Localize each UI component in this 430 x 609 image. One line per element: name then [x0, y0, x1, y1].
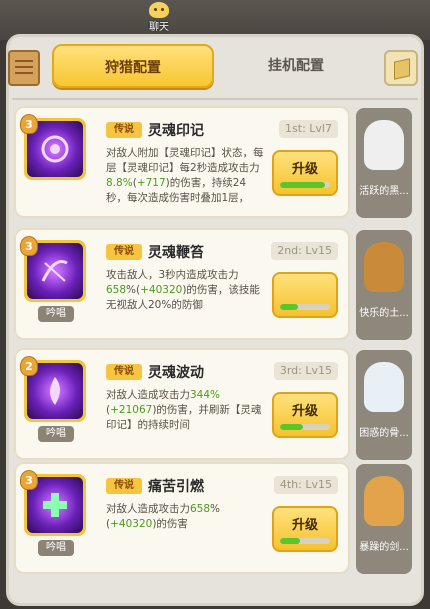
rarity-tag: 传说: [106, 478, 142, 494]
upgrade-button[interactable]: 升级: [272, 506, 338, 552]
rank-badge: 3: [20, 470, 38, 490]
upgrade-progress-bar: [280, 424, 330, 430]
companion-name: 暴躁的剑...: [359, 542, 409, 553]
chat-label: 聊天: [149, 22, 169, 33]
upgrade-progress-bar: [280, 538, 330, 544]
rank-badge: 3: [20, 114, 38, 134]
upgrade-label: 升级: [291, 162, 318, 177]
skill-card: 3 吟唱 传说 痛苦引燃 4th: Lv15 对敌人造成攻击力658%(+40320)的伤…: [14, 462, 350, 574]
skill-description: 对敌人造成攻击力658%(+40320)的伤害: [106, 503, 221, 530]
companion-portrait-icon: [364, 362, 404, 412]
skill-name: 痛苦引燃: [148, 479, 204, 495]
map-icon[interactable]: [384, 50, 418, 86]
upgrade-progress-bar: [280, 182, 330, 188]
skill-name: 灵魂鞭笞: [148, 245, 204, 261]
skill-card: 3 传说 灵魂印记 1st: Lvl7 对敌人附加【灵魂印记】状态，每层【灵魂印记】每2…: [14, 106, 350, 218]
skill-level: 2nd: Lv15: [271, 242, 338, 260]
companion-portrait-icon: [364, 120, 404, 170]
tab-idle-config[interactable]: 挂机配置: [222, 44, 370, 88]
upgrade-button[interactable]: [272, 272, 338, 318]
companion-name: 活跃的黑...: [359, 186, 409, 197]
rarity-tag: 传说: [106, 364, 142, 380]
skill-card: 3 吟唱 传说 灵魂鞭笞 2nd: Lv15 攻击敌人，3秒内造成攻击力658%(+403…: [14, 228, 350, 340]
rank-badge: 2: [20, 356, 38, 376]
divider: [12, 98, 418, 100]
upgrade-label: 升级: [291, 404, 318, 419]
companion-name: 快乐的土...: [359, 308, 409, 319]
rarity-tag: 传说: [106, 244, 142, 260]
chat-face-icon: [149, 2, 169, 18]
skill-description: 对敌人附加【灵魂印记】状态，每层【灵魂印记】每2秒造成攻击力8.8%(+717)…: [106, 147, 264, 204]
companion-slot[interactable]: 暴躁的剑...: [356, 464, 412, 574]
rarity-tag: 传说: [106, 122, 142, 138]
upgrade-progress-bar: [280, 304, 330, 310]
skill-description: 攻击敌人，3秒内造成攻击力658%(+40320)的伤害，该技能无视敌人20%的…: [106, 269, 260, 311]
companion-slot[interactable]: 困惑的骨...: [356, 350, 412, 460]
companion-name: 困惑的骨...: [359, 428, 409, 439]
companion-portrait-icon: [364, 242, 404, 292]
skill-card: 2 吟唱 传说 灵魂波动 3rd: Lv15 对敌人造成攻击力344%(+21067)的伤…: [14, 348, 350, 460]
skill-name: 灵魂波动: [148, 365, 204, 381]
chant-badge: 吟唱: [38, 426, 74, 442]
scroll-icon[interactable]: [8, 50, 40, 86]
companion-portrait-icon: [364, 476, 404, 526]
skill-name: 灵魂印记: [148, 123, 204, 139]
chant-badge: 吟唱: [38, 306, 74, 322]
upgrade-button[interactable]: 升级: [272, 150, 338, 196]
companion-slot[interactable]: 活跃的黑...: [356, 108, 412, 218]
chant-badge: 吟唱: [38, 540, 74, 556]
skill-level: 3rd: Lv15: [273, 362, 338, 380]
tab-hunt-config[interactable]: 狩猎配置: [52, 44, 214, 88]
skill-description: 对敌人造成攻击力344%(+21067)的伤害，并刷新【灵魂印记】的持续时间: [106, 389, 262, 431]
upgrade-button[interactable]: 升级: [272, 392, 338, 438]
skill-level: 1st: Lvl7: [279, 120, 338, 138]
upgrade-label: 升级: [291, 518, 318, 533]
chat-button[interactable]: 聊天: [134, 0, 184, 33]
companion-slot[interactable]: 快乐的土...: [356, 230, 412, 340]
rank-badge: 3: [20, 236, 38, 256]
skill-level: 4th: Lv15: [273, 476, 338, 494]
